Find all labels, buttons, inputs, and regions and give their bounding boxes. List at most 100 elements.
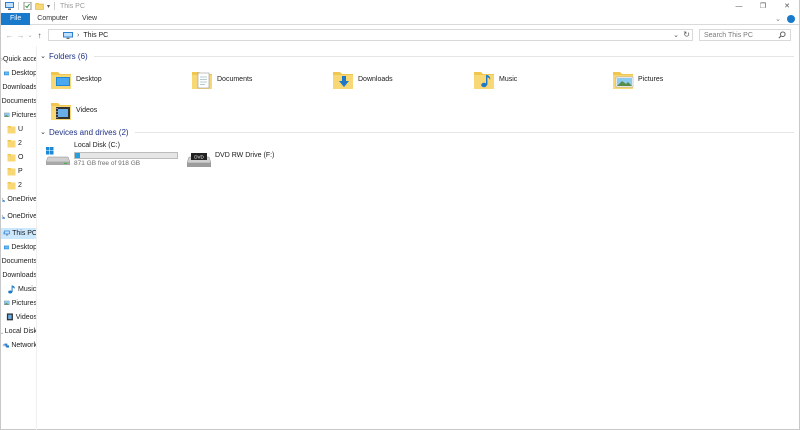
file-explorer-window: ▾ This PC — ❐ ✕ File Computer View ⌄ ← →… (0, 0, 800, 430)
restore-button[interactable]: ❐ (751, 0, 775, 12)
nav-item[interactable]: U (1, 124, 36, 135)
nav-item[interactable]: Desktop (1, 242, 37, 253)
up-button[interactable]: ↑ (34, 29, 45, 41)
folders-group-header[interactable]: ⌄ Folders (6) (38, 50, 798, 62)
nav-item[interactable]: 2 (1, 138, 36, 149)
breadcrumb-separator[interactable]: › (77, 32, 79, 39)
network-icon (4, 341, 10, 350)
nav-item-label: Videos (15, 314, 37, 321)
pictures-icon (4, 111, 10, 120)
recent-locations-button[interactable]: ⌄ (26, 29, 34, 41)
nav-item[interactable]: › This PC (1, 228, 37, 239)
minimize-icon: — (735, 2, 743, 10)
nav-item[interactable]: Downloads (1, 82, 37, 93)
group-divider (93, 55, 794, 57)
address-history-chevron-icon[interactable]: ⌄ (673, 31, 679, 39)
folder-music[interactable]: Music (473, 65, 603, 93)
address-bar[interactable]: › This PC ⌄ ↻ (48, 29, 693, 41)
nav-item-label: 2 (18, 182, 22, 189)
desktop-folder-icon (51, 72, 71, 89)
collapse-chevron-icon[interactable]: ⌄ (38, 128, 48, 136)
folder-icon (7, 181, 16, 190)
folder-pictures[interactable]: Pictures (612, 65, 742, 93)
this-pc-icon (63, 31, 73, 39)
nav-item[interactable]: 2 (1, 180, 36, 191)
documents-folder-icon (192, 72, 212, 89)
nav-item[interactable]: ›Quick access (1, 54, 36, 71)
folder-label: Downloads (358, 75, 393, 83)
nav-item[interactable]: Videos (1, 312, 37, 323)
title-bar: ▾ This PC — ❐ ✕ (1, 0, 799, 12)
search-box[interactable]: Search This PC (699, 29, 791, 41)
onedrive-icon (2, 212, 6, 221)
videos-icon (6, 313, 14, 322)
nav-item[interactable]: Desktop (1, 68, 37, 79)
folder-downloads[interactable]: Downloads (332, 65, 462, 93)
folder-desktop[interactable]: Desktop (50, 65, 180, 93)
nav-item-label: Desktop (11, 70, 37, 77)
folder-videos[interactable]: Videos (50, 96, 180, 124)
customize-toolbar-chevron-icon[interactable]: ▾ (47, 3, 50, 10)
drive-local-disk-c[interactable]: Local Disk (C:) 871 GB free of 918 GB (46, 142, 178, 170)
minimize-button[interactable]: — (727, 0, 751, 12)
search-input[interactable]: Search This PC (704, 32, 753, 39)
folder-documents[interactable]: Documents (191, 65, 321, 93)
folder-label: Videos (76, 106, 98, 114)
pictures-icon (4, 299, 10, 308)
navigation-row: ← → ⌄ ↑ › This PC ⌄ ↻ Search This PC (1, 28, 799, 42)
desktop-icon (3, 243, 10, 252)
new-folder-icon[interactable] (35, 2, 44, 10)
collapse-chevron-icon[interactable]: ⌄ (38, 52, 48, 60)
refresh-icon[interactable]: ↻ (683, 30, 690, 39)
nav-item[interactable]: Pictures (1, 298, 36, 309)
window-title: This PC (60, 2, 85, 10)
nav-item[interactable]: Music (1, 284, 36, 295)
nav-item[interactable]: Documents (1, 256, 36, 267)
folder-label: Pictures (638, 75, 664, 83)
drive-dvd-rw-f[interactable]: DVD DVD RW Drive (F:) (187, 146, 274, 174)
music-icon (7, 285, 16, 294)
drives-group-header[interactable]: ⌄ Devices and drives (2) (38, 126, 798, 138)
nav-item-label: 2 (18, 140, 22, 147)
windows-drive-icon (46, 147, 70, 165)
nav-item-label: Desktop (11, 244, 37, 251)
pictures-folder-icon (613, 72, 634, 89)
dvd-badge: DVD (194, 155, 204, 160)
nav-item-label: Local Disk (4, 328, 37, 335)
folder-icon (7, 139, 16, 148)
forward-button[interactable]: → (15, 29, 26, 41)
drive-info: DVD RW Drive (F:) (215, 152, 274, 161)
close-button[interactable]: ✕ (775, 0, 799, 12)
expand-ribbon-chevron-icon[interactable]: ⌄ (775, 15, 781, 23)
tab-view[interactable]: View (75, 13, 104, 25)
desktop-icon (3, 69, 10, 78)
nav-item[interactable]: P (1, 166, 36, 177)
nav-item[interactable]: O (1, 152, 36, 163)
this-pc-icon (4, 229, 11, 238)
search-icon[interactable] (778, 31, 786, 39)
folder-label: Music (499, 75, 518, 83)
folder-label: Documents (217, 75, 253, 83)
tab-file[interactable]: File (1, 12, 31, 25)
folders-group-title: Folders (6) (49, 51, 88, 61)
folder-icon (7, 153, 16, 162)
breadcrumb-this-pc[interactable]: This PC (83, 32, 108, 39)
folder-icon (7, 125, 16, 134)
nav-item[interactable]: Documents (1, 96, 37, 107)
tab-computer[interactable]: Computer (30, 13, 75, 25)
nav-item-label: Downloads (2, 84, 37, 91)
explorer-icon[interactable] (5, 2, 14, 10)
back-button[interactable]: ← (4, 29, 15, 41)
nav-item[interactable]: › Network (1, 340, 36, 351)
properties-icon[interactable] (23, 2, 32, 10)
nav-item-label: Documents (1, 98, 37, 105)
nav-item[interactable]: › OneDrive (1, 211, 37, 222)
nav-item[interactable]: › OneDrive (1, 194, 37, 205)
nav-item[interactable]: Downloads (1, 270, 36, 281)
help-icon[interactable] (787, 15, 795, 23)
nav-item-label: This PC (12, 230, 37, 237)
nav-item-label: P (18, 168, 23, 175)
nav-item[interactable]: Local Disk (1, 326, 37, 337)
toolbar-divider (18, 2, 19, 10)
nav-item[interactable]: Pictures (1, 110, 36, 121)
